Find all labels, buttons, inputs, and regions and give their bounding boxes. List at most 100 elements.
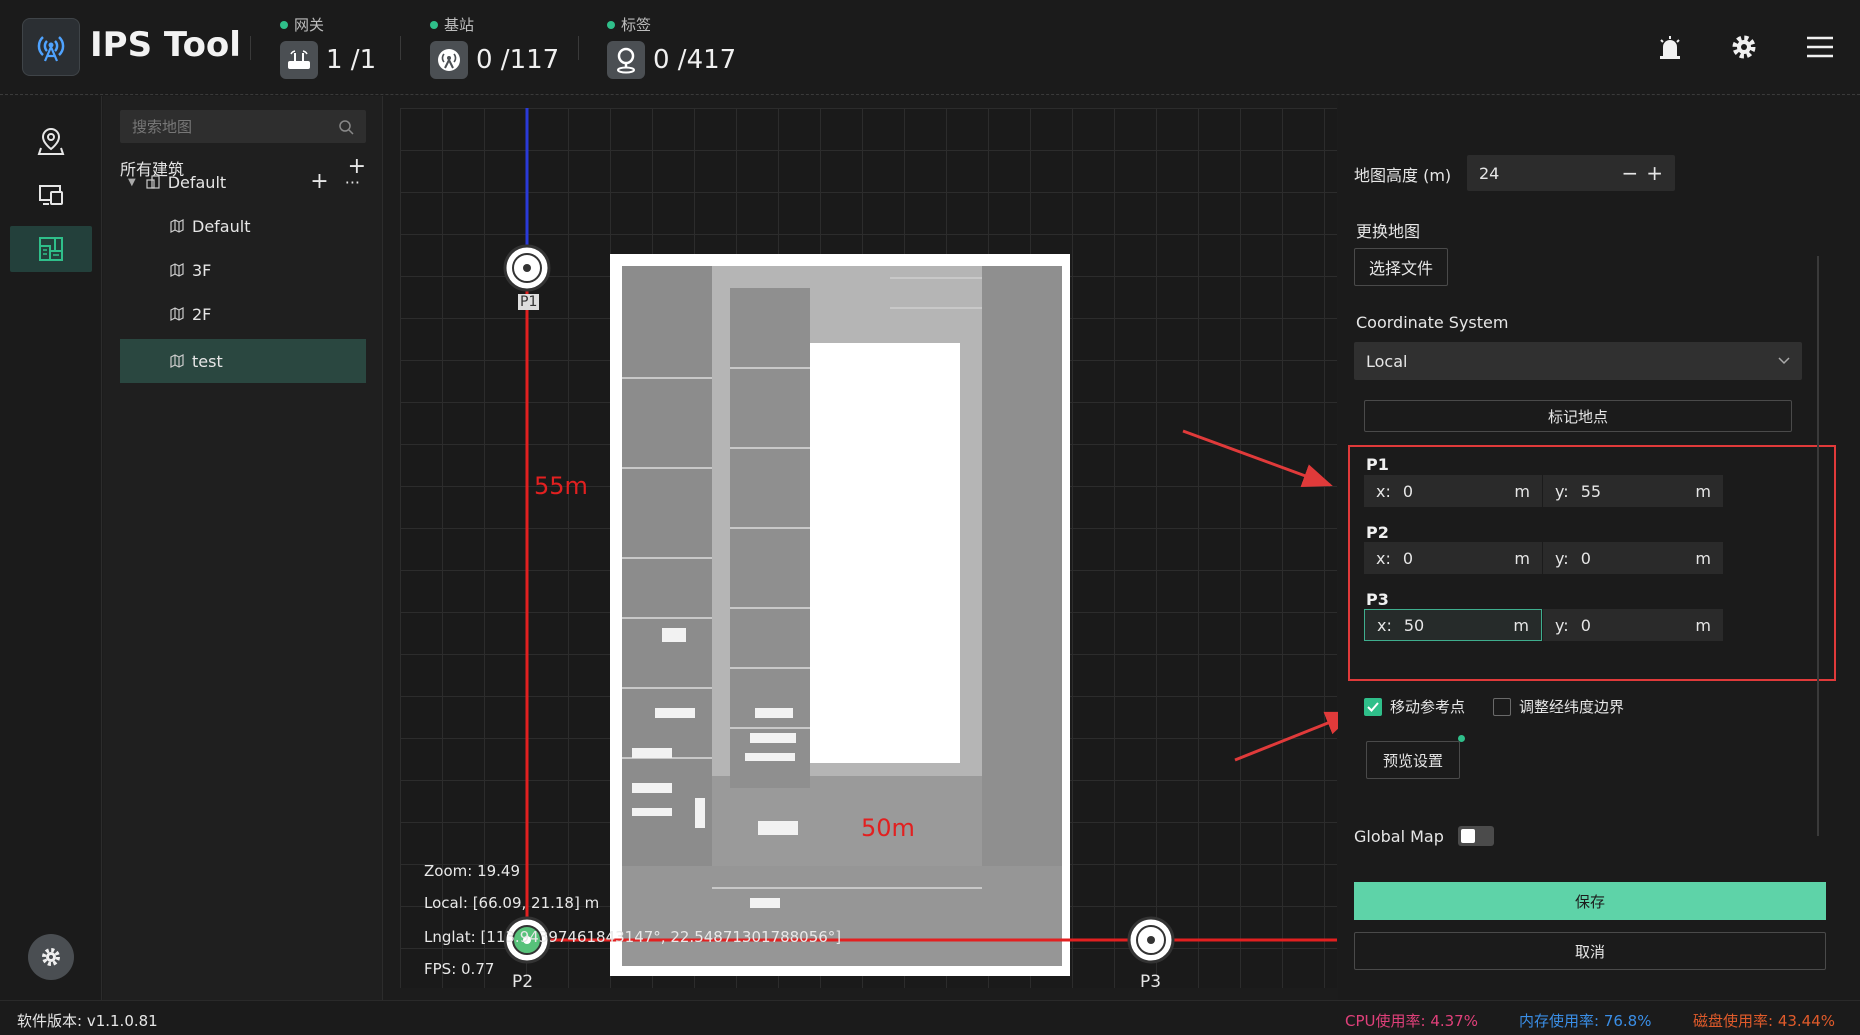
cpu-usage: CPU使用率: 4.37%: [1345, 1012, 1478, 1030]
p2-title: P2: [1366, 523, 1389, 542]
floor-name: test: [192, 351, 223, 371]
nav-location[interactable]: [10, 118, 92, 164]
map-tree-panel: 所有建筑 + ▼ Default + ··· Default 3F 2F tes…: [103, 96, 383, 1000]
divider: [400, 36, 401, 60]
p2-x-value[interactable]: 0: [1403, 549, 1515, 568]
menu-icon[interactable]: [1803, 30, 1837, 64]
status-dot: [280, 20, 288, 29]
p1-marker[interactable]: [503, 244, 551, 292]
map-height-stepper[interactable]: 24 − +: [1467, 155, 1675, 191]
nav-devices[interactable]: [10, 172, 92, 218]
adjust-bounds-checkbox[interactable]: 调整经纬度边界: [1493, 696, 1624, 717]
tree-floor-test[interactable]: test: [120, 339, 366, 383]
room-row: [622, 866, 1062, 966]
scrollbar[interactable]: [1817, 256, 1819, 836]
search-icon[interactable]: [338, 119, 354, 135]
settings-icon[interactable]: [1727, 30, 1761, 64]
preview-settings-button[interactable]: 预览设置: [1366, 741, 1460, 779]
tag-icon: [607, 41, 645, 79]
tree-floor-2f[interactable]: 2F: [120, 292, 366, 336]
p1-x-input[interactable]: x: 0 m: [1364, 475, 1542, 507]
chevron-down-icon: [1778, 357, 1790, 365]
p1-x-value[interactable]: 0: [1403, 482, 1515, 501]
gateway-stat: 网关 1 /1: [280, 14, 376, 79]
building-icon: [146, 175, 160, 189]
zoom-readout: Zoom: 19.49: [424, 862, 521, 880]
p3-y-value[interactable]: 0: [1581, 616, 1696, 635]
tree-floor-3f[interactable]: 3F: [120, 248, 366, 292]
p1-label: P1: [518, 294, 540, 310]
decrement-button[interactable]: −: [1621, 161, 1638, 185]
global-map-toggle-row: Global Map: [1354, 826, 1494, 846]
status-bar: 软件版本: v1.1.0.81 CPU使用率: 4.37% 内存使用率: 76.…: [0, 1000, 1860, 1035]
y-prefix: y:: [1555, 615, 1569, 635]
unit-label: m: [1695, 548, 1711, 568]
p1-y-value[interactable]: 55: [1581, 482, 1696, 501]
p3-label: P3: [1140, 972, 1162, 988]
choose-file-button[interactable]: 选择文件: [1354, 248, 1448, 286]
mark-location-button[interactable]: 标记地点: [1364, 400, 1792, 432]
floor-plan: [503, 108, 1337, 976]
gear-icon: [42, 948, 60, 966]
adjust-bounds-label: 调整经纬度边界: [1519, 698, 1625, 716]
courtyard: [810, 343, 960, 763]
p3-x-value[interactable]: 50: [1404, 616, 1514, 635]
map-canvas[interactable]: P1 P2 P3 55m 50m Zoom: 19.49 Local: [66.…: [400, 108, 1337, 988]
caret-down-icon[interactable]: ▼: [128, 177, 136, 188]
floor-name: 2F: [192, 304, 212, 324]
floor-name: 3F: [192, 260, 212, 280]
base-station-label: 基站: [444, 16, 475, 34]
floor-map-icon: [170, 354, 184, 368]
y-dimension-label: 55m: [534, 472, 588, 500]
building-name: Default: [167, 172, 227, 192]
save-button[interactable]: 保存: [1354, 882, 1826, 920]
tree-floor-default[interactable]: Default: [120, 204, 366, 248]
p2-y-value[interactable]: 0: [1581, 549, 1696, 568]
gateway-label: 网关: [294, 16, 325, 34]
status-dot: [607, 20, 615, 29]
more-icon[interactable]: ···: [345, 173, 360, 192]
floor-map-icon: [170, 219, 184, 233]
p3-marker[interactable]: [1127, 916, 1175, 964]
app-title: IPS Tool: [90, 25, 241, 65]
add-floor-button[interactable]: +: [310, 171, 328, 193]
floor-name: Default: [192, 216, 251, 236]
room-column: [982, 266, 1062, 966]
alarm-icon[interactable]: [1653, 30, 1687, 64]
global-map-label: Global Map: [1354, 826, 1444, 846]
lnglat-readout: Lnglat: [113.94397461843147°, 22.5487130…: [424, 928, 842, 946]
global-map-toggle[interactable]: [1457, 826, 1494, 846]
left-nav: [0, 96, 102, 1000]
reference-points-group: P1 x: 0 m y: 55 m P2 x: 0 m y: 0 m P3 x: 50 m y: 0 m: [1348, 445, 1836, 681]
y-prefix: y:: [1555, 548, 1569, 568]
map-height-value[interactable]: 24: [1479, 164, 1621, 183]
map-pin-icon: [37, 127, 65, 155]
map-settings-panel: 地图高度 (m) 24 − + 更换地图 选择文件 Coordinate Sys…: [1338, 96, 1860, 1000]
change-map-label: 更换地图: [1356, 222, 1421, 241]
checkbox-checked[interactable]: [1364, 697, 1382, 716]
p2-x-input[interactable]: x: 0 m: [1364, 542, 1542, 574]
coordinate-system-label: Coordinate System: [1356, 313, 1509, 332]
router-icon: [280, 41, 318, 79]
base-station-stat: 基站 0 /117: [430, 14, 559, 79]
map-search[interactable]: [120, 110, 366, 143]
map-search-input[interactable]: [132, 117, 338, 136]
gateway-count: 1 /1: [326, 45, 377, 75]
p2-label: P2: [512, 972, 534, 988]
unit-label: m: [1695, 481, 1711, 501]
p2-y-input[interactable]: y: 0 m: [1543, 542, 1723, 574]
p1-y-input[interactable]: y: 55 m: [1543, 475, 1723, 507]
tree-building-default[interactable]: ▼ Default + ···: [120, 160, 366, 204]
p3-y-input[interactable]: y: 0 m: [1543, 609, 1723, 641]
p3-x-input[interactable]: x: 50 m: [1364, 609, 1542, 641]
cancel-button[interactable]: 取消: [1354, 932, 1826, 970]
unit-label: m: [1514, 481, 1530, 501]
unit-label: m: [1695, 615, 1711, 635]
increment-button[interactable]: +: [1646, 161, 1663, 185]
checkbox-unchecked[interactable]: [1493, 697, 1511, 716]
x-prefix: x:: [1376, 548, 1391, 568]
nav-map-manager[interactable]: [10, 226, 92, 272]
coordinate-system-select[interactable]: Local: [1354, 342, 1802, 380]
move-ref-checkbox[interactable]: 移动参考点: [1364, 696, 1465, 717]
system-settings-button[interactable]: [28, 934, 74, 980]
